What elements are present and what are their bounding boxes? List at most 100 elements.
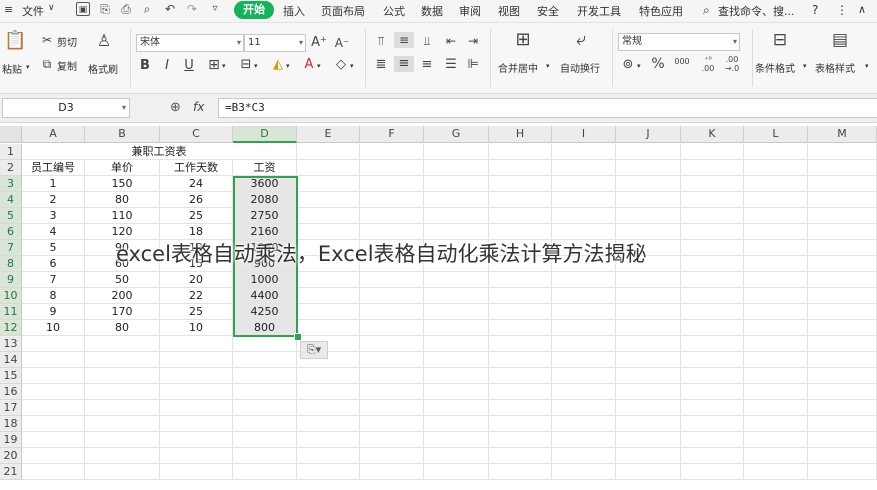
data-cell[interactable]: 9 — [22, 304, 85, 320]
column-header[interactable]: A — [22, 126, 85, 143]
empty-cell[interactable] — [160, 416, 233, 432]
formula-input[interactable]: =B3*C3 — [218, 98, 877, 118]
empty-cell[interactable] — [85, 432, 160, 448]
empty-cell[interactable] — [681, 272, 744, 288]
wrap-text-label[interactable]: 自动换行 — [560, 60, 600, 75]
fill-color-icon[interactable]: ◭ — [270, 57, 286, 73]
row-header[interactable]: 12 — [0, 320, 22, 336]
column-label-cell[interactable]: 工作天数 — [160, 160, 233, 176]
empty-cell[interactable] — [552, 144, 616, 160]
column-header[interactable]: G — [424, 126, 489, 143]
empty-cell[interactable] — [744, 256, 808, 272]
column-header[interactable]: K — [681, 126, 744, 143]
data-cell[interactable]: 5 — [22, 240, 85, 256]
empty-cell[interactable] — [424, 416, 489, 432]
empty-cell[interactable] — [808, 352, 877, 368]
empty-cell[interactable] — [552, 416, 616, 432]
empty-cell[interactable] — [297, 432, 360, 448]
empty-cell[interactable] — [360, 384, 424, 400]
chevron-down-icon[interactable]: ▾ — [222, 62, 226, 70]
empty-cell[interactable] — [85, 368, 160, 384]
empty-cell[interactable] — [744, 448, 808, 464]
empty-cell[interactable] — [22, 432, 85, 448]
empty-cell[interactable] — [616, 288, 681, 304]
wrap-text-icon[interactable]: ⤶ — [570, 31, 592, 49]
empty-cell[interactable] — [616, 192, 681, 208]
empty-cell[interactable] — [85, 416, 160, 432]
row-header[interactable]: 9 — [0, 272, 22, 288]
sheet-title-cell[interactable]: 兼职工资表 — [22, 144, 297, 160]
data-cell[interactable]: 7 — [22, 272, 85, 288]
empty-cell[interactable] — [297, 464, 360, 480]
data-cell[interactable]: 2080 — [233, 192, 297, 208]
empty-cell[interactable] — [681, 400, 744, 416]
column-header[interactable]: F — [360, 126, 424, 143]
empty-cell[interactable] — [360, 432, 424, 448]
chevron-down-icon[interactable]: ▾ — [637, 62, 641, 70]
empty-cell[interactable] — [744, 432, 808, 448]
data-cell[interactable]: 8 — [22, 288, 85, 304]
align-center-icon[interactable]: ≡ — [394, 56, 414, 72]
empty-cell[interactable] — [681, 288, 744, 304]
empty-cell[interactable] — [160, 368, 233, 384]
empty-cell[interactable] — [160, 352, 233, 368]
column-label-cell[interactable]: 单价 — [85, 160, 160, 176]
chevron-down-icon[interactable]: ▾ — [803, 62, 807, 70]
select-all-corner[interactable] — [0, 126, 22, 143]
empty-cell[interactable] — [424, 432, 489, 448]
font-size-select[interactable]: 11 ▾ — [244, 34, 306, 52]
empty-cell[interactable] — [424, 288, 489, 304]
empty-cell[interactable] — [360, 208, 424, 224]
empty-cell[interactable] — [744, 240, 808, 256]
empty-cell[interactable] — [489, 464, 552, 480]
empty-cell[interactable] — [424, 464, 489, 480]
empty-cell[interactable] — [744, 144, 808, 160]
empty-cell[interactable] — [808, 384, 877, 400]
column-header[interactable]: D — [233, 126, 297, 143]
row-header[interactable]: 3 — [0, 176, 22, 192]
empty-cell[interactable] — [616, 304, 681, 320]
empty-cell[interactable] — [489, 400, 552, 416]
empty-cell[interactable] — [489, 176, 552, 192]
empty-cell[interactable] — [489, 192, 552, 208]
empty-cell[interactable] — [616, 336, 681, 352]
empty-cell[interactable] — [616, 432, 681, 448]
chevron-down-icon[interactable]: ▾ — [286, 62, 290, 70]
empty-cell[interactable] — [552, 272, 616, 288]
column-header[interactable]: C — [160, 126, 233, 143]
empty-cell[interactable] — [160, 464, 233, 480]
empty-cell[interactable] — [360, 464, 424, 480]
empty-cell[interactable] — [297, 176, 360, 192]
empty-cell[interactable] — [616, 384, 681, 400]
empty-cell[interactable] — [808, 208, 877, 224]
empty-cell[interactable] — [552, 432, 616, 448]
row-header[interactable]: 5 — [0, 208, 22, 224]
empty-cell[interactable] — [616, 352, 681, 368]
empty-cell[interactable] — [85, 448, 160, 464]
empty-cell[interactable] — [616, 320, 681, 336]
row-header[interactable]: 11 — [0, 304, 22, 320]
empty-cell[interactable] — [744, 400, 808, 416]
data-cell[interactable]: 80 — [85, 192, 160, 208]
empty-cell[interactable] — [360, 288, 424, 304]
data-cell[interactable]: 1 — [22, 176, 85, 192]
empty-cell[interactable] — [808, 464, 877, 480]
empty-cell[interactable] — [360, 352, 424, 368]
empty-cell[interactable] — [744, 176, 808, 192]
save-icon[interactable]: ▣ — [76, 2, 90, 16]
empty-cell[interactable] — [424, 272, 489, 288]
empty-cell[interactable] — [22, 352, 85, 368]
empty-cell[interactable] — [424, 192, 489, 208]
data-cell[interactable]: 4250 — [233, 304, 297, 320]
chevron-down-icon[interactable]: ▾ — [350, 62, 354, 70]
empty-cell[interactable] — [808, 336, 877, 352]
column-label-cell[interactable]: 员工编号 — [22, 160, 85, 176]
empty-cell[interactable] — [489, 272, 552, 288]
empty-cell[interactable] — [681, 304, 744, 320]
row-header[interactable]: 14 — [0, 352, 22, 368]
menu-icon[interactable]: ≡ — [4, 3, 13, 16]
row-header[interactable]: 1 — [0, 144, 22, 160]
tab-formulas[interactable]: 公式 — [383, 3, 405, 19]
row-header[interactable]: 2 — [0, 160, 22, 176]
empty-cell[interactable] — [681, 320, 744, 336]
